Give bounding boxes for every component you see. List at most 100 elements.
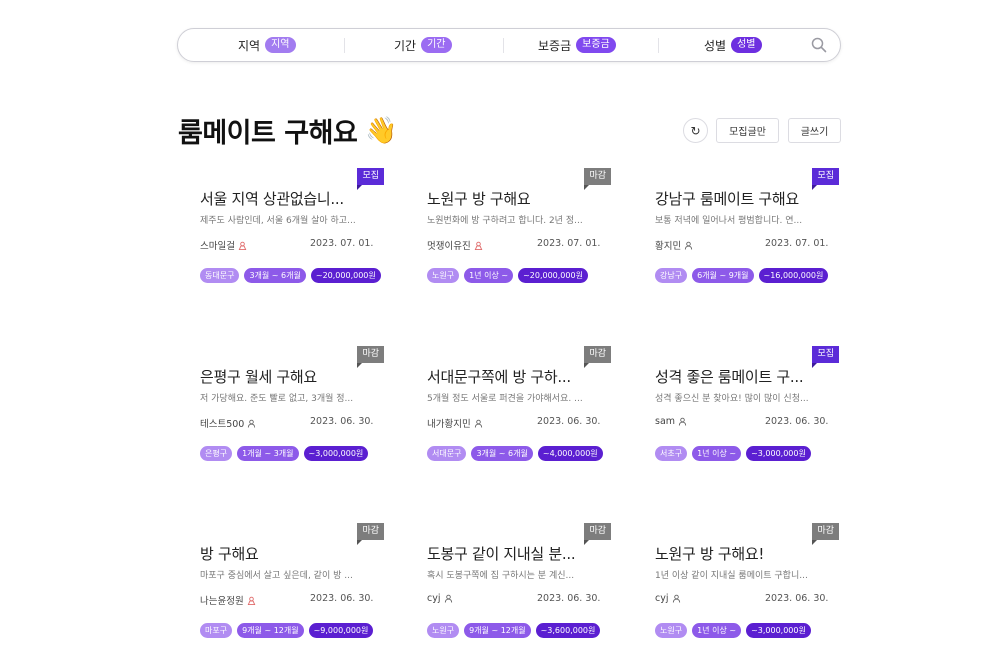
- post-card[interactable]: 마감 노원구 방 구해요! 1년 이상 같이 지내실 룸메이트 구합니... cyj 2…: [633, 523, 839, 648]
- tag-deposit: ~3,000,000원: [303, 446, 369, 461]
- tag-region: 마포구: [200, 623, 233, 638]
- card-date: 2023. 07. 01.: [537, 238, 601, 249]
- card-description: 성격 좋으신 분 찾아요! 많이 많이 신청...: [655, 394, 809, 404]
- card-title: 성격 좋은 룸메이트 구...: [655, 368, 804, 386]
- filter-gender[interactable]: 성별 성별: [704, 29, 762, 61]
- tag-list: 동대문구 3개월 ~ 6개월 ~20,000,000원: [200, 268, 381, 283]
- filter-deposit[interactable]: 보증금 보증금: [538, 29, 616, 61]
- card-title: 노원구 방 구해요: [427, 190, 531, 208]
- card-title: 노원구 방 구해요!: [655, 545, 765, 563]
- card-date: 2023. 06. 30.: [310, 416, 374, 427]
- author-name: cyj: [427, 593, 441, 604]
- male-icon: [248, 419, 256, 428]
- author-name: 테스트500: [200, 419, 245, 430]
- tag-deposit: ~16,000,000원: [758, 268, 829, 283]
- status-badge: 마감: [584, 168, 611, 190]
- author-name: 멋쟁이유진: [427, 241, 471, 252]
- card-author: 멋쟁이유진: [427, 238, 483, 252]
- card-date: 2023. 06. 30.: [537, 416, 601, 427]
- filter-divider: [344, 38, 345, 53]
- card-author: 내가황지민: [427, 416, 483, 430]
- page-title: 룸메이트 구해요 👋: [178, 111, 398, 150]
- filter-bar: 지역 지역 기간 기간 보증금 보증금 성별 성별: [177, 28, 841, 62]
- refresh-button[interactable]: ↻: [683, 118, 708, 143]
- tag-region: 은평구: [200, 446, 233, 461]
- post-card[interactable]: 모집성격 좋은 룸메이트 구... 성격 좋으신 분 찾아요! 많이 많이 신청.…: [633, 346, 839, 471]
- tag-period: 3개월 ~ 6개월: [471, 446, 533, 461]
- card-author: 스마일걸: [200, 238, 247, 252]
- post-card[interactable]: 마감 서대문구쪽에 방 구하... 5개월 정도 서울로 퍼견을 가야해서요. ..…: [405, 346, 611, 471]
- tag-list: 마포구 9개월 ~ 12개월 ~9,000,000원: [200, 623, 374, 638]
- tag-list: 강남구 6개월 ~ 9개월 ~16,000,000원: [655, 268, 829, 283]
- author-name: cyj: [655, 593, 669, 604]
- card-date: 2023. 06. 30.: [765, 593, 829, 604]
- card-author: sam: [655, 416, 687, 427]
- card-date: 2023. 07. 01.: [765, 238, 829, 249]
- write-button[interactable]: 글쓰기: [788, 118, 841, 143]
- card-date: 2023. 06. 30.: [310, 593, 374, 604]
- tag-list: 서대문구 3개월 ~ 6개월 ~4,000,000원: [427, 446, 603, 461]
- filter-gender-label: 성별: [704, 38, 727, 53]
- male-icon: [444, 594, 452, 603]
- post-card[interactable]: 모집 서울 지역 상관없습니... 제주도 사람인데, 서울 6개월 살아 하고..…: [178, 168, 384, 293]
- card-author: cyj: [655, 593, 681, 604]
- recruit-only-button[interactable]: 모집글만: [716, 118, 779, 143]
- tag-deposit: ~20,000,000원: [518, 268, 588, 283]
- status-badge: 마감: [357, 346, 384, 368]
- card-title: 방 구해요: [200, 545, 259, 563]
- card-title: 은평구 월세 구해요: [200, 368, 317, 386]
- tag-period: 9개월 ~ 12개월: [464, 623, 531, 638]
- filter-deposit-chip[interactable]: 보증금: [576, 37, 616, 53]
- card-description: 저 가당해요. 준도 빨로 없고, 3개월 정...: [200, 394, 354, 404]
- status-badge: 모집: [812, 346, 839, 368]
- male-icon: [672, 594, 680, 603]
- tag-list: 서초구 1년 이상 ~ ~3,000,000원: [655, 446, 811, 461]
- status-badge: 마감: [584, 523, 611, 545]
- status-badge: 모집: [357, 168, 384, 190]
- male-icon: [685, 241, 693, 250]
- tag-region: 노원구: [427, 623, 460, 638]
- tag-list: 노원구 9개월 ~ 12개월 ~3,600,000원: [427, 623, 601, 638]
- card-title: 서울 지역 상관없습니...: [200, 190, 344, 208]
- status-badge: 모집: [812, 168, 839, 190]
- refresh-icon: ↻: [690, 123, 701, 138]
- card-date: 2023. 06. 30.: [765, 416, 829, 427]
- card-title: 강남구 룸메이트 구해요: [655, 190, 799, 208]
- card-date: 2023. 07. 01.: [310, 238, 374, 249]
- card-description: 혹시 도봉구쪽에 집 구하시는 분 계신...: [427, 571, 575, 581]
- male-icon: [678, 417, 687, 426]
- post-card[interactable]: 마감 도봉구 같이 지내실 분... 혹시 도봉구쪽에 집 구하시는 분 계신...…: [405, 523, 611, 648]
- tag-list: 은평구 1개월 ~ 3개월 ~3,000,000원: [200, 446, 369, 461]
- post-card[interactable]: 마감방 구해요마포구 중심에서 살고 싶은데, 같이 방 ... 나는윤정원 202…: [178, 523, 384, 648]
- tag-list: 노원구 1년 이상 ~ ~20,000,000원: [427, 268, 588, 283]
- post-card[interactable]: 마감은평구 월세 구해요저 가당해요. 준도 빨로 없고, 3개월 정... 테스…: [178, 346, 384, 471]
- author-name: 내가황지민: [427, 419, 471, 430]
- tag-deposit: ~20,000,000원: [310, 268, 381, 283]
- tag-region: 서대문구: [427, 446, 467, 461]
- author-name: 나는윤정원: [200, 596, 244, 607]
- filter-period[interactable]: 기간 기간: [394, 29, 452, 61]
- tag-period: 1년 이상 ~: [692, 446, 742, 461]
- post-card[interactable]: 마감 노원구 방 구해요 노원번화에 방 구하려고 합니다. 2년 정... 멋쟁이유…: [405, 168, 611, 293]
- card-author: 황지민: [655, 238, 693, 252]
- filter-region-chip[interactable]: 지역: [265, 37, 296, 53]
- status-badge: 마감: [357, 523, 384, 545]
- filter-region[interactable]: 지역 지역: [238, 29, 296, 61]
- tag-period: 9개월 ~ 12개월: [237, 623, 304, 638]
- waving-hand-icon: 👋: [365, 115, 398, 146]
- filter-divider: [503, 38, 504, 53]
- card-description: 5개월 정도 서울로 퍼견을 가야해서요. ...: [427, 394, 583, 404]
- card-description: 마포구 중심에서 살고 싶은데, 같이 방 ...: [200, 571, 353, 581]
- search-icon[interactable]: [810, 36, 828, 54]
- filter-period-chip[interactable]: 기간: [421, 37, 452, 53]
- post-card[interactable]: 모집 강남구 룸메이트 구해요 보통 저녁에 일어나서 평범합니다. 연... 황지민…: [633, 168, 839, 293]
- tag-region: 노원구: [427, 268, 460, 283]
- tag-period: 1년 이상 ~: [692, 623, 742, 638]
- tag-deposit: ~4,000,000원: [537, 446, 603, 461]
- author-name: 황지민: [655, 241, 682, 252]
- filter-divider: [658, 38, 659, 53]
- tag-region: 강남구: [655, 268, 688, 283]
- filter-gender-chip[interactable]: 성별: [731, 37, 762, 53]
- tag-deposit: ~3,000,000원: [746, 623, 811, 638]
- filter-period-label: 기간: [394, 38, 417, 53]
